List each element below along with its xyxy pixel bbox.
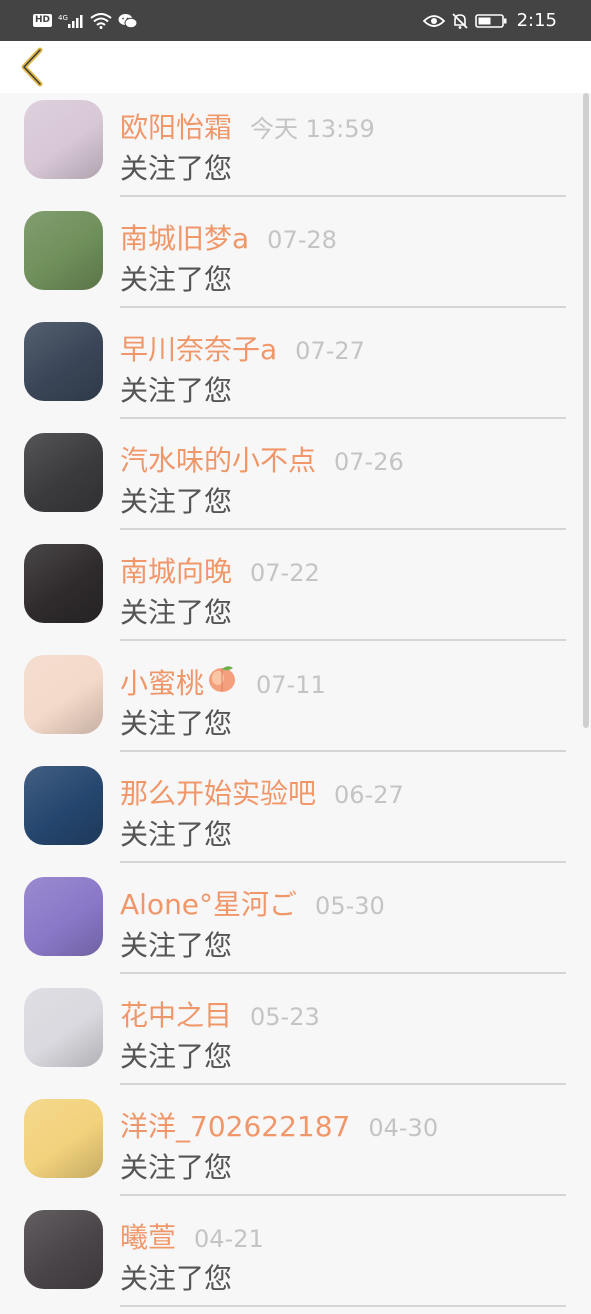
divider [120, 195, 566, 197]
action-text: 关注了您 [120, 263, 233, 296]
signal-icon: 4G [58, 14, 83, 28]
username-link[interactable]: 汽水味的小不点 [120, 441, 316, 481]
avatar[interactable] [24, 988, 103, 1067]
mute-bell-icon [451, 12, 468, 29]
wifi-icon [90, 12, 112, 29]
name-line: 早川奈奈子a 07-27 [120, 330, 365, 371]
list-item[interactable]: 南城向晚 07-22 关注了您 [0, 537, 591, 648]
timestamp: 05-30 [315, 892, 385, 920]
top-nav-bar [0, 41, 591, 93]
action-text: 关注了您 [120, 485, 233, 518]
timestamp: 07-28 [267, 226, 337, 254]
timestamp: 04-30 [368, 1114, 439, 1142]
network-type-label: 4G [58, 14, 68, 22]
divider [120, 750, 566, 752]
timestamp: 07-11 [256, 671, 326, 699]
divider [120, 861, 566, 863]
name-line: 曦萱 04-21 [120, 1218, 264, 1259]
username-link[interactable]: 南城旧梦a [120, 219, 249, 259]
chevron-left-icon [21, 47, 43, 87]
hd-icon: HD [33, 14, 53, 27]
username-link[interactable]: 小蜜桃 [120, 664, 204, 704]
scrollbar[interactable] [583, 93, 589, 728]
name-line: 洋洋_702622187 04-30 [120, 1107, 438, 1148]
name-line: 花中之目 05-23 [120, 996, 320, 1037]
action-text: 关注了您 [120, 818, 233, 851]
peach-emoji-icon [209, 666, 236, 692]
username-link[interactable]: 花中之目 [120, 996, 232, 1036]
divider [120, 639, 566, 641]
status-time: 2:15 [516, 10, 557, 31]
divider [120, 1083, 566, 1085]
eye-icon [422, 14, 445, 27]
avatar[interactable] [24, 1099, 103, 1178]
action-text: 关注了您 [120, 929, 233, 962]
battery-icon [474, 13, 507, 28]
action-text: 关注了您 [120, 1040, 233, 1073]
name-line: 欧阳怡霜 今天 13:59 [120, 108, 375, 149]
divider [120, 972, 566, 974]
list-item[interactable]: 早川奈奈子a 07-27 关注了您 [0, 315, 591, 426]
timestamp: 05-23 [250, 1003, 320, 1031]
avatar[interactable] [24, 877, 103, 956]
divider [120, 1194, 566, 1196]
status-bar-left: HD 4G [33, 12, 138, 29]
wechat-icon [118, 13, 138, 28]
action-text: 关注了您 [120, 1262, 233, 1295]
timestamp: 今天 13:59 [250, 115, 375, 143]
username-link[interactable]: 早川奈奈子a [120, 330, 277, 370]
divider [120, 528, 566, 530]
avatar[interactable] [24, 655, 103, 734]
list-item[interactable]: 曦萱 04-21 关注了您 [0, 1203, 591, 1314]
list-item[interactable]: 汽水味的小不点 07-26 关注了您 [0, 426, 591, 537]
follow-notification-list: 欧阳怡霜 今天 13:59 关注了您 南城旧梦a 07-28 关注了您 早川奈奈子a 07-2… [0, 93, 591, 1314]
name-line: 那么开始实验吧 06-27 [120, 774, 404, 815]
list-item[interactable]: 洋洋_702622187 04-30 关注了您 [0, 1092, 591, 1203]
name-line: 南城旧梦a 07-28 [120, 219, 337, 260]
username-link[interactable]: 欧阳怡霜 [120, 108, 232, 148]
avatar[interactable] [24, 544, 103, 623]
divider [120, 1305, 566, 1307]
username-link[interactable]: 洋洋_702622187 [120, 1107, 350, 1147]
timestamp: 07-26 [334, 448, 404, 476]
name-line: 汽水味的小不点 07-26 [120, 441, 404, 482]
divider [120, 306, 566, 308]
action-text: 关注了您 [120, 152, 233, 185]
status-bar-right: 2:15 [422, 10, 557, 31]
name-line: 南城向晚 07-22 [120, 552, 320, 593]
username-link[interactable]: 曦萱 [120, 1218, 176, 1258]
avatar[interactable] [24, 766, 103, 845]
list-item[interactable]: 小蜜桃 07-11 关注了您 [0, 648, 591, 759]
action-text: 关注了您 [120, 707, 233, 740]
name-line: 小蜜桃 07-11 [120, 663, 326, 705]
timestamp: 04-21 [194, 1225, 264, 1253]
list-item[interactable]: 南城旧梦a 07-28 关注了您 [0, 204, 591, 315]
avatar[interactable] [24, 433, 103, 512]
avatar[interactable] [24, 100, 103, 179]
divider [120, 417, 566, 419]
username-link[interactable]: 那么开始实验吧 [120, 774, 316, 814]
timestamp: 06-27 [334, 781, 404, 809]
list-item[interactable]: 那么开始实验吧 06-27 关注了您 [0, 759, 591, 870]
avatar[interactable] [24, 211, 103, 290]
username-link[interactable]: Alone°星河ご [120, 885, 297, 925]
list-item[interactable]: Alone°星河ご 05-30 关注了您 [0, 870, 591, 981]
list-item[interactable]: 欧阳怡霜 今天 13:59 关注了您 [0, 93, 591, 204]
back-button[interactable] [12, 47, 52, 87]
username-link[interactable]: 南城向晚 [120, 552, 232, 592]
action-text: 关注了您 [120, 596, 233, 629]
action-text: 关注了您 [120, 1151, 233, 1184]
action-text: 关注了您 [120, 374, 233, 407]
name-line: Alone°星河ご 05-30 [120, 885, 385, 926]
list-item[interactable]: 花中之目 05-23 关注了您 [0, 981, 591, 1092]
avatar[interactable] [24, 1210, 103, 1289]
timestamp: 07-27 [295, 337, 365, 365]
avatar[interactable] [24, 322, 103, 401]
timestamp: 07-22 [250, 559, 320, 587]
status-bar: HD 4G 2:15 [0, 0, 591, 41]
